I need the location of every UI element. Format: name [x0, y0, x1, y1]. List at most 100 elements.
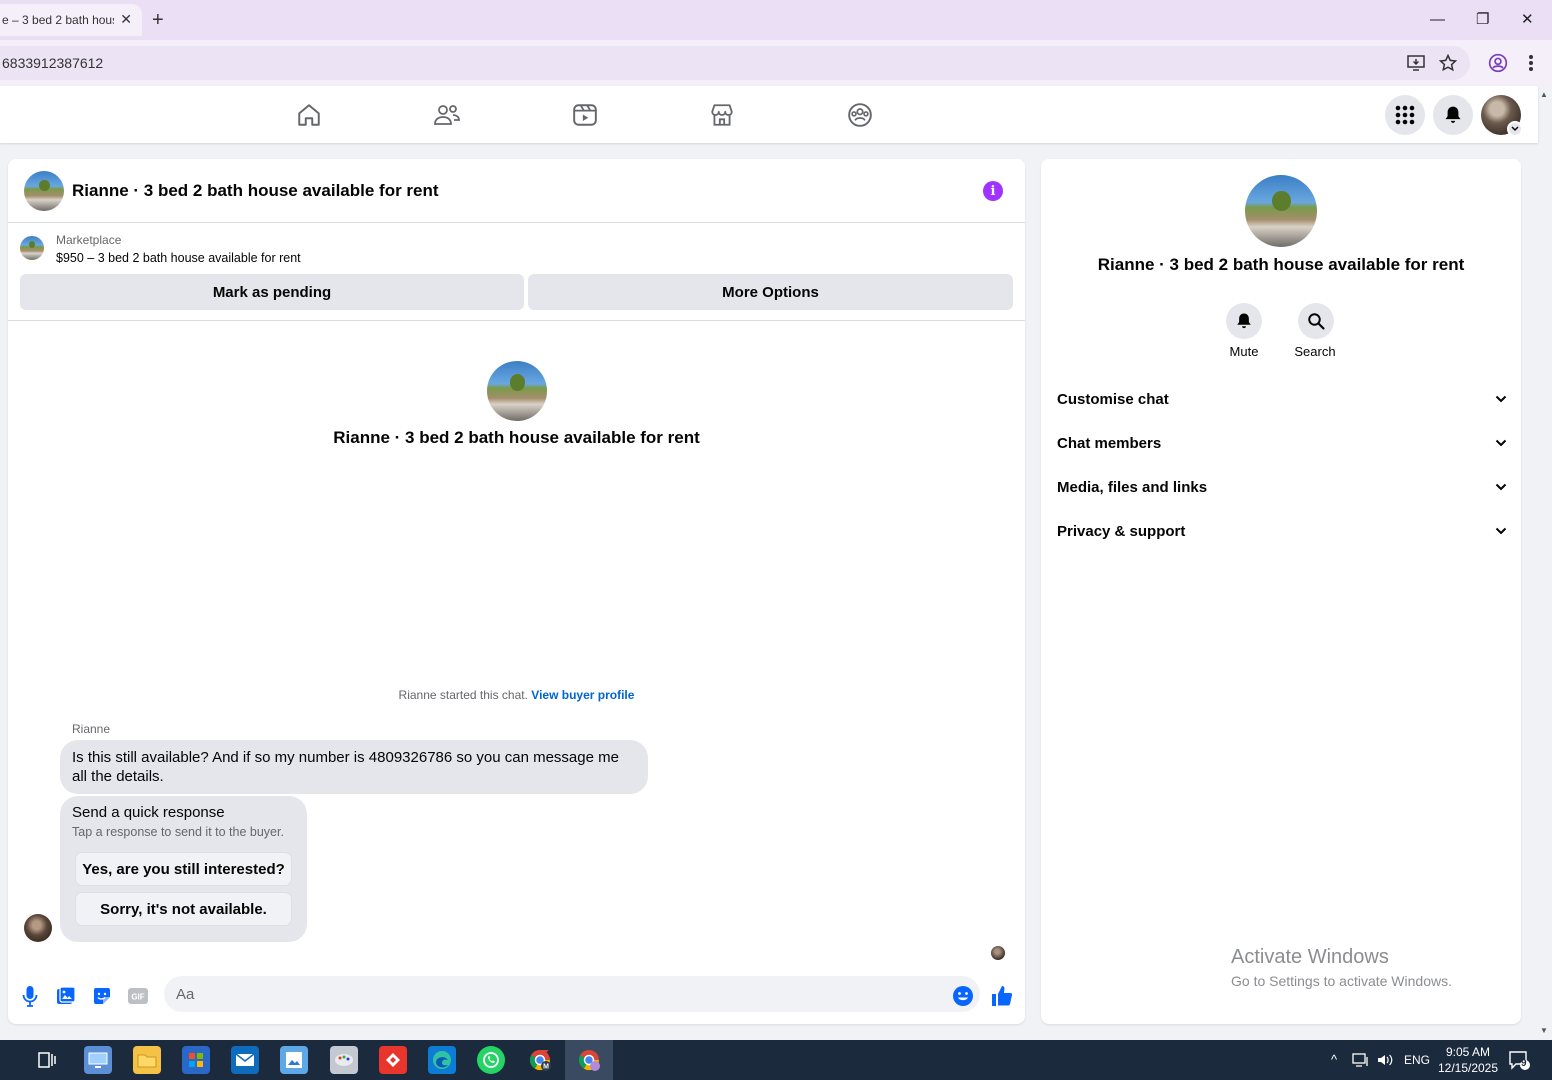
- task-view-icon[interactable]: [33, 1046, 61, 1074]
- home-icon[interactable]: [294, 100, 324, 130]
- input-language[interactable]: ENG: [1404, 1053, 1430, 1067]
- chat-started-notice: Rianne started this chat. View buyer pro…: [8, 688, 1025, 702]
- volume-icon[interactable]: [1374, 1046, 1396, 1074]
- menu-grid-icon[interactable]: [1385, 95, 1425, 135]
- search-label[interactable]: Search: [1280, 344, 1350, 359]
- mark-pending-button[interactable]: Mark as pending: [20, 274, 524, 310]
- tab-close-icon[interactable]: ✕: [120, 11, 132, 28]
- network-icon[interactable]: [1350, 1046, 1372, 1074]
- chrome-profile-m-icon[interactable]: M: [526, 1046, 554, 1074]
- windows-taskbar: M ^ ENG 9:05 AM 12/15/2025 9: [0, 1040, 1552, 1080]
- mute-bell-icon[interactable]: [1226, 303, 1262, 339]
- clock-date: 12/15/2025: [1437, 1061, 1499, 1075]
- install-app-icon[interactable]: [1405, 52, 1427, 74]
- section-label: Chat members: [1057, 434, 1162, 452]
- svg-text:M: M: [543, 1064, 549, 1071]
- media-files-links-section[interactable]: Media, files and links: [1057, 472, 1507, 502]
- photo-icon[interactable]: [53, 983, 79, 1009]
- privacy-support-section[interactable]: Privacy & support: [1057, 516, 1507, 546]
- sender-name: Rianne: [72, 722, 111, 736]
- whatsapp-icon[interactable]: [477, 1046, 505, 1074]
- profile-icon[interactable]: [1487, 52, 1509, 74]
- started-text: Rianne started this chat.: [398, 688, 528, 702]
- gif-label: GIF: [131, 993, 144, 1002]
- window-close-icon[interactable]: ✕: [1521, 8, 1534, 32]
- more-options-button[interactable]: More Options: [528, 274, 1013, 310]
- bookmark-star-icon[interactable]: [1437, 52, 1459, 74]
- section-label: Customise chat: [1057, 390, 1169, 408]
- message-input[interactable]: [164, 976, 980, 1012]
- this-pc-icon[interactable]: [84, 1046, 112, 1074]
- watermark-line2: Go to Settings to activate Windows.: [1231, 973, 1452, 989]
- section-label: Privacy & support: [1057, 522, 1186, 540]
- chrome-active-icon[interactable]: [575, 1046, 603, 1074]
- conversation-name: Rianne · 3 bed 2 bath house available fo…: [333, 428, 700, 447]
- address-bar: 6833912387612: [0, 40, 1552, 86]
- quick-response-card: Send a quick response Tap a response to …: [60, 796, 307, 942]
- browser-menu-icon[interactable]: [1520, 52, 1542, 74]
- anydesk-icon[interactable]: [379, 1046, 407, 1074]
- restore-icon[interactable]: ❐: [1476, 8, 1489, 32]
- sticker-icon[interactable]: [89, 983, 115, 1009]
- quick-response-sorry-button[interactable]: Sorry, it's not available.: [76, 893, 291, 925]
- clock-time: 9:05 AM: [1445, 1045, 1491, 1059]
- notifications-bell-icon[interactable]: [1433, 95, 1473, 135]
- chevron-down-icon[interactable]: [1507, 121, 1523, 137]
- quick-response-yes-button[interactable]: Yes, are you still interested?: [76, 853, 291, 885]
- view-buyer-profile-link[interactable]: View buyer profile: [531, 688, 634, 702]
- section-label: Media, files and links: [1057, 478, 1208, 496]
- chevron-down-icon: [1495, 527, 1507, 535]
- mail-icon[interactable]: [231, 1046, 259, 1074]
- customise-chat-section[interactable]: Customise chat: [1057, 384, 1507, 414]
- marketplace-icon[interactable]: [707, 100, 737, 130]
- microsoft-store-icon[interactable]: [182, 1046, 210, 1074]
- url-text[interactable]: 6833912387612: [2, 55, 103, 71]
- chat-title[interactable]: Rianne · 3 bed 2 bath house available fo…: [72, 181, 439, 201]
- listing-thumbnail[interactable]: [20, 236, 44, 260]
- info-avatar[interactable]: [1245, 175, 1317, 247]
- browser-tabstrip: e – 3 bed 2 bath house ✕ + — ❐ ✕: [0, 0, 1552, 40]
- scroll-up-arrow-icon[interactable]: ▲: [1540, 90, 1548, 99]
- chat-header: Rianne · 3 bed 2 bath house available fo…: [8, 159, 1025, 223]
- browser-tab[interactable]: e – 3 bed 2 bath house ✕: [0, 4, 142, 36]
- minimize-icon[interactable]: —: [1430, 8, 1445, 32]
- center-avatar: [487, 361, 547, 421]
- activate-windows-watermark: Activate Windows Go to Settings to activ…: [1231, 946, 1452, 989]
- search-icon[interactable]: [1298, 303, 1334, 339]
- chat-members-section[interactable]: Chat members: [1057, 428, 1507, 458]
- groups-icon[interactable]: [845, 100, 875, 130]
- taskbar-clock[interactable]: 9:05 AM 12/15/2025: [1432, 1044, 1504, 1076]
- listing-bar: Marketplace $950 – 3 bed 2 bath house av…: [8, 224, 1025, 321]
- facebook-nav: [0, 86, 1538, 143]
- gif-icon[interactable]: GIF: [125, 983, 151, 1009]
- emoji-icon[interactable]: [950, 983, 976, 1009]
- edge-browser-icon[interactable]: [428, 1046, 456, 1074]
- new-tab-icon[interactable]: +: [152, 8, 164, 32]
- chat-info-panel: Rianne · 3 bed 2 bath house available fo…: [1041, 159, 1521, 1024]
- listing-label: Marketplace: [56, 233, 122, 247]
- chat-panel: Rianne · 3 bed 2 bath house available fo…: [8, 159, 1025, 1024]
- friends-icon[interactable]: [432, 100, 462, 130]
- microphone-icon[interactable]: [17, 983, 43, 1009]
- paint-app-icon[interactable]: [330, 1046, 358, 1074]
- scroll-down-arrow-icon[interactable]: ▼: [1540, 1026, 1548, 1035]
- tray-chevron-up-icon[interactable]: ^: [1331, 1052, 1337, 1067]
- info-icon[interactable]: i: [983, 181, 1003, 201]
- info-chat-name: Rianne · 3 bed 2 bath house available fo…: [1097, 255, 1465, 274]
- message-bubble[interactable]: Is this still available? And if so my nu…: [60, 740, 648, 794]
- photos-app-icon[interactable]: [280, 1046, 308, 1074]
- listing-price[interactable]: $950 – 3 bed 2 bath house available for …: [56, 251, 301, 265]
- notification-count: 9: [1521, 1058, 1527, 1069]
- quick-response-title: Send a quick response: [72, 804, 225, 821]
- url-box[interactable]: [0, 46, 1470, 80]
- tab-title: e – 3 bed 2 bath house: [2, 13, 114, 27]
- sender-avatar[interactable]: [24, 914, 52, 942]
- file-explorer-icon[interactable]: [133, 1046, 161, 1074]
- chevron-down-icon: [1495, 439, 1507, 447]
- watermark-line1: Activate Windows: [1231, 946, 1389, 968]
- chat-avatar[interactable]: [24, 171, 64, 211]
- mute-label[interactable]: Mute: [1209, 344, 1279, 359]
- video-icon[interactable]: [570, 100, 600, 130]
- thumbs-up-icon[interactable]: [989, 983, 1015, 1009]
- quick-response-subtitle: Tap a response to send it to the buyer.: [72, 825, 284, 839]
